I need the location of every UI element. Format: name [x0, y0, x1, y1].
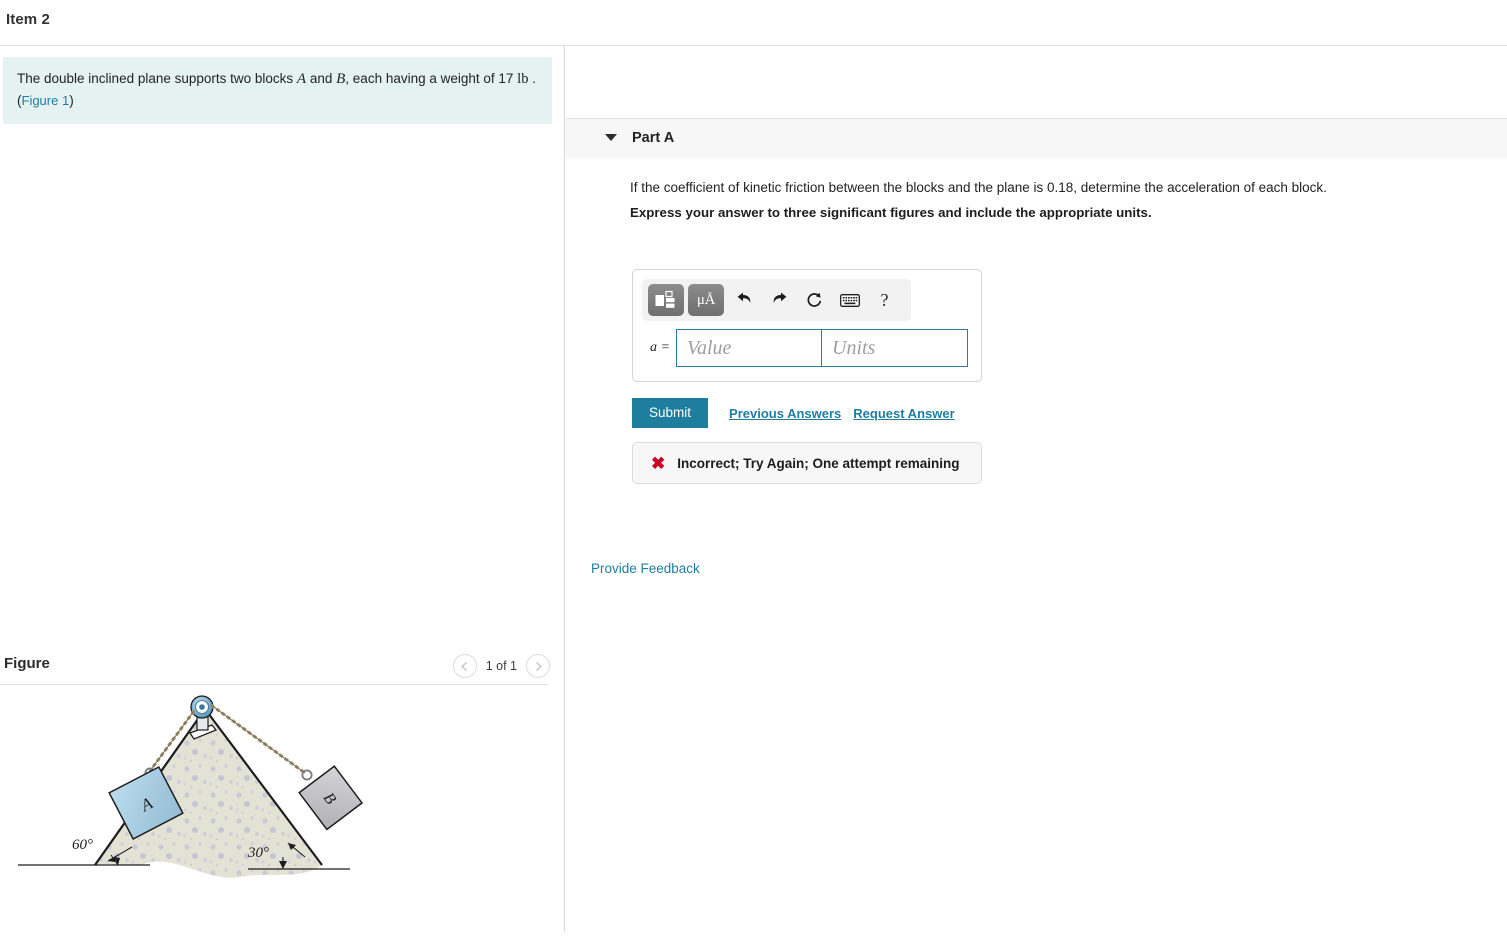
submit-row: Submit Previous Answers Request Answer	[632, 398, 955, 428]
statement-var-b: B	[336, 71, 346, 87]
statement-var-a: A	[296, 71, 307, 87]
top-bar: Item 2	[0, 0, 1507, 46]
feedback-banner: ✖ Incorrect; Try Again; One attempt rema…	[632, 442, 982, 484]
part-a-title: Part A	[632, 130, 675, 146]
answer-entry-box: μÅ ? a = Value Units	[632, 269, 982, 382]
chevron-right-icon	[535, 661, 542, 671]
figure-header: Figure 1 of 1	[0, 646, 564, 684]
figure-count-label: 1 of 1	[485, 659, 517, 673]
answer-input-row: a =	[640, 329, 968, 367]
statement-part-1: The double inclined plane supports two b…	[17, 71, 297, 86]
figure-prev-button[interactable]	[452, 654, 477, 678]
feedback-message: Incorrect; Try Again; One attempt remain…	[677, 455, 960, 471]
problem-statement: The double inclined plane supports two b…	[3, 57, 552, 124]
right-panel: Part A If the coefficient of kinetic fri…	[566, 46, 1507, 932]
submit-button[interactable]: Submit	[632, 398, 709, 428]
content-split: The double inclined plane supports two b…	[0, 46, 1507, 932]
answer-toolbar: μÅ ?	[642, 279, 911, 321]
left-panel: The double inclined plane supports two b…	[0, 46, 565, 932]
figure-next-button[interactable]	[526, 654, 550, 678]
pulley-hub	[199, 704, 205, 710]
page-title: Item 2	[6, 11, 50, 28]
help-label: ?	[880, 289, 889, 310]
figure-link-paren-close: )	[69, 92, 74, 108]
eyelet-b	[301, 769, 313, 781]
math-template-icon[interactable]	[648, 284, 684, 316]
figure-navigation: 1 of 1	[452, 654, 550, 678]
statement-part-2: , each having a weight of 17	[345, 71, 518, 86]
previous-answers-link[interactable]: Previous Answers	[729, 406, 841, 421]
block-b: B	[298, 765, 364, 831]
micro-angstrom-icon[interactable]: μÅ	[688, 284, 724, 316]
answer-variable-label: a =	[650, 340, 670, 355]
express-instruction: Express your answer to three significant…	[630, 205, 1152, 220]
red-x-icon: ✖	[651, 453, 666, 473]
micro-angstrom-label: μÅ	[696, 291, 716, 308]
request-answer-link[interactable]: Request Answer	[853, 406, 954, 421]
chevron-down-icon[interactable]	[605, 134, 617, 141]
value-input[interactable]	[676, 329, 822, 367]
keyboard-icon[interactable]	[833, 285, 866, 315]
angle-right-label: 30°	[247, 845, 269, 861]
redo-arrow-icon[interactable]	[763, 285, 796, 315]
problem-statement-text: The double inclined plane supports two b…	[17, 69, 538, 110]
angle-left-label: 60°	[72, 837, 93, 853]
provide-feedback-link[interactable]: Provide Feedback	[591, 561, 700, 576]
figure-heading: Figure	[4, 655, 50, 672]
inclined-plane-diagram: A B 60° 30°	[18, 695, 364, 878]
figure-image[interactable]: A B 60° 30°	[0, 685, 564, 935]
figure-1-link[interactable]: Figure 1	[22, 93, 70, 108]
statement-and: and	[306, 71, 337, 86]
reset-circle-icon[interactable]	[798, 285, 831, 315]
question-mark-icon[interactable]: ?	[868, 285, 901, 315]
question-text: If the coefficient of kinetic friction b…	[630, 180, 1327, 195]
part-a-header[interactable]: Part A	[566, 118, 1507, 158]
statement-unit: lb	[517, 71, 529, 87]
statement-end: .	[528, 71, 536, 86]
units-input[interactable]	[822, 329, 968, 367]
chevron-left-icon	[461, 661, 468, 671]
figure-panel: Figure 1 of 1 A B 60° 30°	[0, 646, 564, 935]
undo-arrow-icon[interactable]	[728, 285, 761, 315]
